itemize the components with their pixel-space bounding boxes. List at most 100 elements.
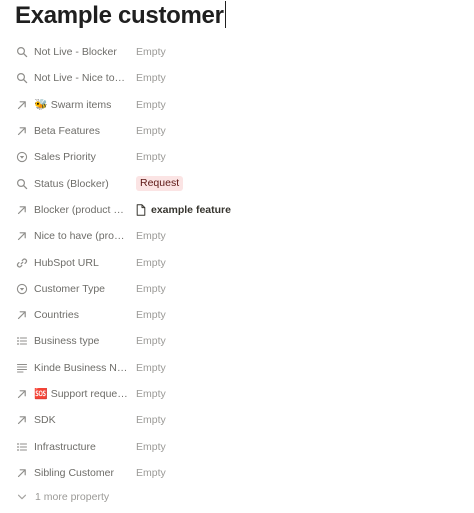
property-label[interactable]: Beta Features	[16, 125, 132, 137]
property-value[interactable]: Empty	[136, 441, 166, 453]
property-label[interactable]: 🐝 Swarm items	[16, 99, 132, 111]
property-value[interactable]: Empty	[136, 362, 166, 374]
property-label[interactable]: Customer Type	[16, 283, 132, 295]
property-label[interactable]: Sales Priority	[16, 151, 132, 163]
empty-value: Empty	[136, 414, 166, 427]
property-value[interactable]: Empty	[136, 388, 166, 400]
property-label-text: Countries	[34, 309, 79, 322]
property-value[interactable]: example feature	[136, 204, 231, 216]
property-value[interactable]: Empty	[136, 72, 166, 84]
arrow-up-right-icon	[16, 125, 28, 137]
property-label[interactable]: Infrastructure	[16, 441, 132, 453]
relation-title: example feature	[151, 203, 231, 216]
property-label[interactable]: Business type	[16, 335, 132, 347]
page-title[interactable]: Example customer	[15, 1, 226, 31]
empty-value: Empty	[136, 361, 166, 374]
property-label-text: Support reque…	[50, 388, 128, 400]
property-row-not-live-blocker: Not Live - Blocker Empty	[0, 39, 474, 65]
property-row-customer-type: Customer Type Empty	[0, 276, 474, 302]
property-row-sdk: SDK Empty	[0, 407, 474, 433]
property-label[interactable]: Not Live - Nice to…	[16, 72, 132, 84]
property-value[interactable]: Empty	[136, 257, 166, 269]
property-value[interactable]: Empty	[136, 151, 166, 163]
property-value[interactable]: Empty	[136, 125, 166, 137]
property-row-swarm-items: 🐝 Swarm items Empty	[0, 92, 474, 118]
arrow-up-right-icon	[16, 467, 28, 479]
chevron-down-icon	[17, 492, 35, 502]
arrow-up-right-icon	[16, 204, 28, 216]
property-row-hubspot-url: HubSpot URL Empty	[0, 249, 474, 275]
empty-value: Empty	[136, 125, 166, 138]
search-icon	[16, 46, 28, 58]
property-list: Not Live - Blocker Empty Not Live - Nice t…	[0, 39, 474, 486]
property-label-text: Business type	[34, 335, 100, 348]
more-properties-label: 1 more property	[35, 491, 110, 503]
document-icon	[136, 204, 151, 216]
text-lines-icon	[16, 362, 28, 374]
property-value[interactable]: Empty	[136, 335, 166, 347]
relation-link[interactable]: example feature	[136, 204, 231, 216]
property-label-text: Status (Blocker)	[34, 177, 109, 190]
property-row-sibling-customer: Sibling Customer Empty	[0, 460, 474, 486]
property-label-text: Nice to have (pro…	[34, 230, 125, 243]
list-icon	[16, 441, 28, 453]
property-label-text: Swarm items	[50, 98, 112, 111]
property-row-kinde-business-n: Kinde Business N… Empty	[0, 355, 474, 381]
property-label-text: Infrastructure	[34, 440, 96, 453]
property-label[interactable]: Sibling Customer	[16, 467, 132, 479]
list-icon	[16, 335, 28, 347]
property-label[interactable]: Blocker (product …	[16, 204, 132, 216]
property-value[interactable]: Empty	[136, 230, 166, 242]
property-row-nice-to-have-pro: Nice to have (pro… Empty	[0, 223, 474, 249]
page-title-text: Example customer	[15, 2, 224, 29]
property-row-infrastructure: Infrastructure Empty	[0, 433, 474, 459]
more-properties-toggle[interactable]: 1 more property	[17, 491, 109, 503]
status-tag[interactable]: Request	[136, 176, 184, 192]
property-label-text: Blocker (product …	[34, 203, 124, 216]
property-value[interactable]: Empty	[136, 414, 166, 426]
property-label-text: Not Live - Nice to…	[34, 72, 126, 85]
arrow-up-right-icon	[16, 230, 28, 242]
empty-value: Empty	[136, 388, 166, 400]
property-row-beta-features: Beta Features Empty	[0, 118, 474, 144]
empty-value: Empty	[136, 72, 166, 85]
property-label-text: Sales Priority	[34, 151, 96, 164]
empty-value: Empty	[136, 151, 166, 164]
empty-value: Empty	[136, 466, 166, 479]
property-label-text: Kinde Business N…	[34, 361, 128, 374]
property-value[interactable]: Empty	[136, 467, 166, 479]
property-label[interactable]: 🆘 Support reque…	[16, 388, 132, 400]
empty-value: Empty	[136, 335, 166, 348]
link-icon	[16, 257, 28, 269]
property-row-support-reque: 🆘 Support reque… Empty	[0, 381, 474, 407]
arrow-up-right-icon	[16, 309, 28, 321]
property-emoji: 🆘	[34, 388, 48, 400]
empty-value: Empty	[136, 440, 166, 453]
search-icon	[16, 72, 28, 84]
property-value[interactable]: Request	[136, 176, 184, 192]
property-label-text: Not Live - Blocker	[34, 46, 117, 59]
arrow-up-right-icon	[16, 414, 28, 426]
property-label[interactable]: Nice to have (pro…	[16, 230, 132, 242]
property-row-not-live-nice-to: Not Live - Nice to… Empty	[0, 65, 474, 91]
property-row-countries: Countries Empty	[0, 302, 474, 328]
property-row-status-blocker: Status (Blocker) Request	[0, 170, 474, 196]
empty-value: Empty	[136, 309, 166, 322]
property-value[interactable]: Empty	[136, 99, 166, 111]
property-label[interactable]: Kinde Business N…	[16, 362, 132, 374]
property-label-text: SDK	[34, 414, 56, 427]
property-value[interactable]: Empty	[136, 309, 166, 321]
search-icon	[16, 178, 28, 190]
property-label[interactable]: Countries	[16, 309, 132, 321]
property-label[interactable]: SDK	[16, 414, 132, 426]
property-label[interactable]: HubSpot URL	[16, 257, 132, 269]
status-icon	[16, 151, 28, 163]
property-label-text: Beta Features	[34, 125, 100, 138]
property-label[interactable]: Status (Blocker)	[16, 178, 132, 190]
property-value[interactable]: Empty	[136, 46, 166, 58]
property-row-blocker-product: Blocker (product … example feature	[0, 197, 474, 223]
property-value[interactable]: Empty	[136, 283, 166, 295]
property-label-text: Sibling Customer	[34, 466, 114, 479]
property-row-sales-priority: Sales Priority Empty	[0, 144, 474, 170]
property-label[interactable]: Not Live - Blocker	[16, 46, 132, 58]
